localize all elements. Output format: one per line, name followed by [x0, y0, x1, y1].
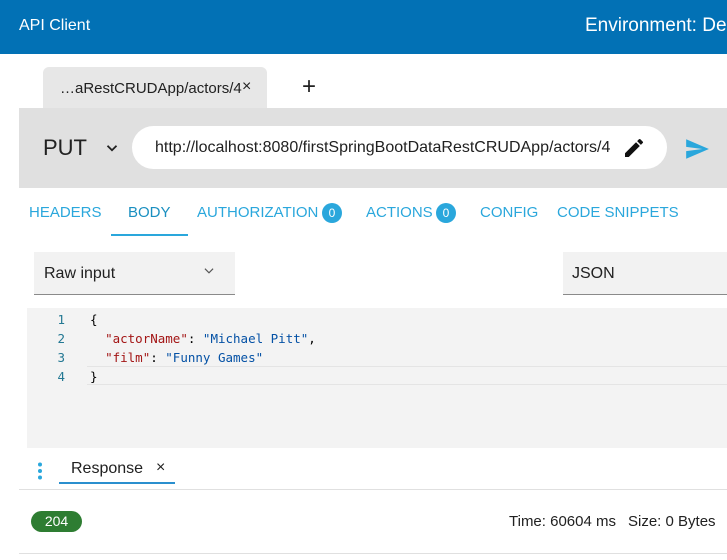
- tab-code-snippets-label: CODE SNIPPETS: [557, 204, 679, 221]
- body-format-value: JSON: [572, 265, 615, 282]
- json-separator: :: [187, 331, 203, 346]
- json-key: "film": [105, 350, 151, 365]
- top-app-bar: API Client Environment: De: [0, 0, 727, 54]
- add-tab-icon[interactable]: +: [302, 75, 316, 99]
- line-number: 2: [57, 331, 65, 346]
- chevron-down-icon[interactable]: [103, 139, 121, 157]
- tab-code-snippets[interactable]: CODE SNIPPETS: [550, 190, 700, 236]
- line-number: 3: [57, 350, 65, 365]
- response-tab-strip: Response ×: [19, 448, 727, 490]
- json-string-value: "Funny Games": [165, 350, 264, 365]
- json-brace: {: [90, 312, 98, 327]
- http-method-select[interactable]: PUT: [43, 135, 87, 161]
- response-meta: Time: 60604 ms Size: 0 Bytes: [509, 513, 716, 530]
- tab-actions[interactable]: ACTIONS 0: [348, 190, 460, 236]
- request-tab-strip: …aRestCRUDApp/actors/4 × +: [0, 54, 727, 108]
- pencil-icon[interactable]: [622, 136, 646, 160]
- more-vert-icon[interactable]: [37, 462, 43, 480]
- body-format-select[interactable]: JSON: [563, 252, 727, 295]
- chevron-down-icon: [204, 268, 214, 274]
- url-input[interactable]: http://localhost:8080/firstSpringBootDat…: [132, 126, 667, 169]
- tab-headers-label: HEADERS: [29, 204, 102, 221]
- line-number: 1: [57, 312, 65, 327]
- current-line-highlight: [87, 366, 727, 385]
- tab-actions-label: ACTIONS: [366, 204, 433, 221]
- line-number: 4: [57, 369, 65, 384]
- json-comma: ,: [308, 331, 316, 346]
- json-key: "actorName": [105, 331, 188, 346]
- json-brace: }: [90, 369, 98, 384]
- tab-response[interactable]: Response ×: [59, 448, 175, 484]
- body-type-select[interactable]: Raw input: [34, 252, 235, 295]
- environment-selector[interactable]: Environment: De: [585, 15, 727, 37]
- actions-count-badge: 0: [436, 203, 456, 223]
- code-line: "actorName": "Michael Pitt",: [90, 331, 316, 346]
- app-title: API Client: [19, 17, 91, 34]
- tab-headers[interactable]: HEADERS: [19, 190, 111, 236]
- request-tab[interactable]: …aRestCRUDApp/actors/4 ×: [43, 67, 267, 108]
- code-line: {: [90, 312, 98, 327]
- divider: [19, 553, 727, 554]
- close-response-icon[interactable]: ×: [156, 459, 165, 477]
- status-badge: 204: [31, 511, 82, 532]
- authorization-count-badge: 0: [322, 203, 342, 223]
- response-size: Size: 0 Bytes: [628, 513, 716, 530]
- code-line: }: [90, 369, 98, 384]
- response-time: Time: 60604 ms: [509, 513, 616, 530]
- request-config-tabs: HEADERS BODY AUTHORIZATION 0 ACTIONS 0 C…: [19, 190, 727, 236]
- tab-config-label: CONFIG: [480, 204, 539, 221]
- json-body-editor[interactable]: 1 2 3 4 { "actorName": "Michael Pitt", "…: [27, 308, 727, 448]
- tab-config[interactable]: CONFIG: [460, 190, 550, 236]
- send-icon[interactable]: [684, 136, 710, 162]
- response-tab-label: Response: [71, 460, 144, 477]
- json-string-value: "Michael Pitt": [202, 331, 309, 346]
- tab-body[interactable]: BODY: [111, 190, 188, 236]
- url-text[interactable]: http://localhost:8080/firstSpringBootDat…: [155, 139, 610, 157]
- code-line: "film": "Funny Games": [90, 350, 263, 365]
- close-tab-icon[interactable]: ×: [242, 78, 251, 96]
- json-separator: :: [150, 350, 166, 365]
- tab-authorization[interactable]: AUTHORIZATION 0: [188, 190, 348, 236]
- request-tab-label: …aRestCRUDApp/actors/4: [60, 80, 242, 97]
- body-type-value: Raw input: [44, 265, 116, 282]
- tab-body-label: BODY: [128, 204, 171, 221]
- tab-authorization-label: AUTHORIZATION: [197, 204, 319, 221]
- request-url-bar: PUT http://localhost:8080/firstSpringBoo…: [19, 108, 727, 188]
